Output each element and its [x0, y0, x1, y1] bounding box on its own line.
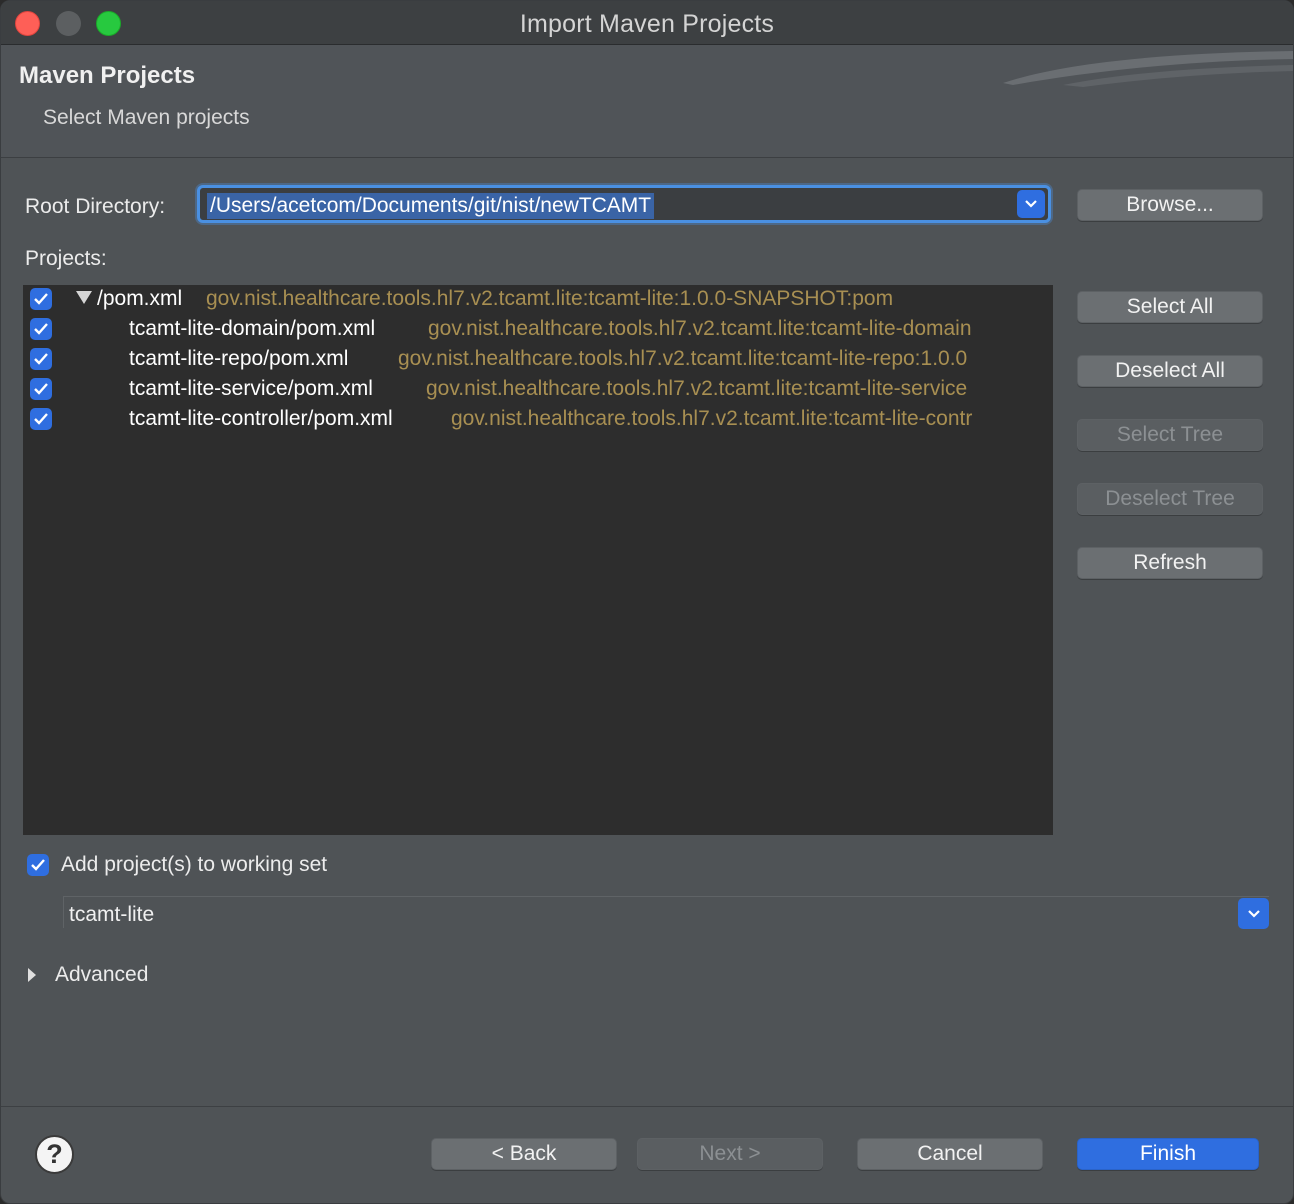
triangle-right-icon[interactable]	[27, 967, 37, 983]
triangle-down-icon[interactable]	[75, 290, 93, 306]
checkmark-icon	[34, 383, 48, 395]
project-checkbox[interactable]	[30, 288, 52, 310]
projects-label: Projects:	[25, 247, 107, 270]
cancel-button[interactable]: Cancel	[857, 1138, 1043, 1170]
project-checkbox[interactable]	[30, 318, 52, 340]
project-row-domain[interactable]: tcamt-lite-domain/pom.xml gov.nist.healt…	[23, 315, 1053, 345]
working-set-label[interactable]: Add project(s) to working set	[61, 853, 327, 877]
browse-button[interactable]: Browse...	[1077, 189, 1263, 221]
project-checkbox[interactable]	[30, 408, 52, 430]
banner-title: Maven Projects	[19, 62, 196, 89]
projects-tree[interactable]: /pom.xml gov.nist.healthcare.tools.hl7.v…	[23, 285, 1053, 835]
help-icon[interactable]: ?	[35, 1135, 74, 1174]
deselect-tree-button[interactable]: Deselect Tree	[1077, 483, 1263, 515]
title-bar[interactable]: Import Maven Projects	[1, 1, 1293, 45]
project-name: tcamt-lite-domain/pom.xml	[129, 317, 376, 340]
project-coordinates: gov.nist.healthcare.tools.hl7.v2.tcamt.l…	[426, 377, 968, 400]
project-name: tcamt-lite-repo/pom.xml	[129, 347, 349, 370]
working-set-dropdown-button[interactable]	[1238, 898, 1269, 929]
select-all-button[interactable]: Select All	[1077, 291, 1263, 323]
root-directory-label: Root Directory:	[25, 195, 166, 218]
project-name: tcamt-lite-controller/pom.xml	[129, 407, 393, 430]
root-directory-dropdown-button[interactable]	[1017, 190, 1045, 218]
root-directory-value[interactable]: /Users/acetcom/Documents/git/nist/newTCA…	[207, 193, 655, 219]
root-directory-combo[interactable]: /Users/acetcom/Documents/git/nist/newTCA…	[197, 185, 1051, 223]
project-row-repo[interactable]: tcamt-lite-repo/pom.xml gov.nist.healthc…	[23, 345, 1053, 375]
project-coordinates: gov.nist.healthcare.tools.hl7.v2.tcamt.l…	[398, 347, 968, 370]
next-button[interactable]: Next >	[637, 1138, 823, 1170]
finish-button[interactable]: Finish	[1077, 1138, 1259, 1170]
refresh-button[interactable]: Refresh	[1077, 547, 1263, 579]
working-set-checkbox[interactable]	[27, 854, 49, 876]
project-row-root[interactable]: /pom.xml gov.nist.healthcare.tools.hl7.v…	[23, 285, 1053, 315]
advanced-section-toggle[interactable]: Advanced	[55, 963, 148, 987]
import-maven-projects-dialog: Import Maven Projects Maven Projects Sel…	[0, 0, 1294, 1204]
project-checkbox[interactable]	[30, 378, 52, 400]
chevron-down-icon	[1025, 200, 1037, 208]
working-set-value[interactable]: tcamt-lite	[69, 903, 154, 927]
project-row-service[interactable]: tcamt-lite-service/pom.xml gov.nist.heal…	[23, 375, 1053, 405]
window-title: Import Maven Projects	[519, 10, 775, 38]
checkmark-icon	[31, 859, 45, 871]
chevron-down-icon	[1247, 909, 1260, 918]
checkmark-icon	[34, 413, 48, 425]
working-set-combo[interactable]: tcamt-lite	[63, 896, 1269, 929]
checkmark-icon	[34, 293, 48, 305]
project-row-controller[interactable]: tcamt-lite-controller/pom.xml gov.nist.h…	[23, 405, 1053, 435]
wizard-banner: Maven Projects Select Maven projects	[1, 45, 1293, 158]
checkmark-icon	[34, 323, 48, 335]
back-button[interactable]: < Back	[431, 1138, 617, 1170]
banner-subtitle: Select Maven projects	[43, 106, 250, 129]
project-name: /pom.xml	[97, 287, 183, 310]
footer-separator	[1, 1106, 1293, 1107]
banner-swoosh-decoration	[1003, 51, 1293, 87]
project-coordinates: gov.nist.healthcare.tools.hl7.v2.tcamt.l…	[451, 407, 973, 430]
project-coordinates: gov.nist.healthcare.tools.hl7.v2.tcamt.l…	[428, 317, 972, 340]
deselect-all-button[interactable]: Deselect All	[1077, 355, 1263, 387]
project-coordinates: gov.nist.healthcare.tools.hl7.v2.tcamt.l…	[206, 287, 894, 310]
checkmark-icon	[34, 353, 48, 365]
select-tree-button[interactable]: Select Tree	[1077, 419, 1263, 451]
project-checkbox[interactable]	[30, 348, 52, 370]
project-name: tcamt-lite-service/pom.xml	[129, 377, 373, 400]
